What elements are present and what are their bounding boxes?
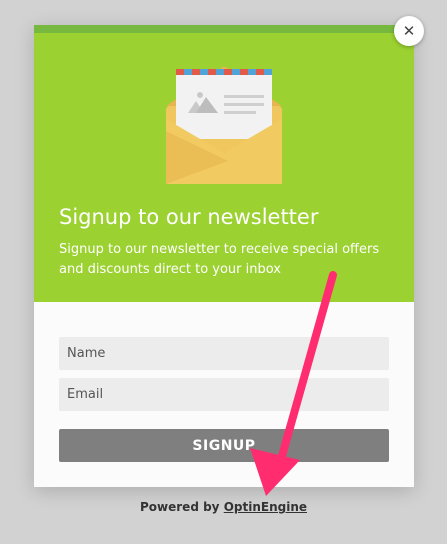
envelope-icon [166,66,282,184]
powered-by: Powered by OptinEngine [0,500,447,514]
popup-headline: Signup to our newsletter [59,205,319,229]
newsletter-popup: Signup to our newsletter Signup to our n… [34,25,414,487]
optinengine-link[interactable]: OptinEngine [224,500,307,514]
signup-button[interactable]: SIGNUP [59,429,389,462]
popup-hero: Signup to our newsletter Signup to our n… [34,33,414,302]
close-button[interactable]: ✕ [394,16,424,46]
popup-subtext: Signup to our newsletter to receive spec… [59,242,380,277]
name-input[interactable] [59,337,389,370]
popup-top-bar [34,25,414,33]
close-icon: ✕ [402,22,416,40]
powered-by-prefix: Powered by [140,500,220,514]
email-input[interactable] [59,378,389,411]
